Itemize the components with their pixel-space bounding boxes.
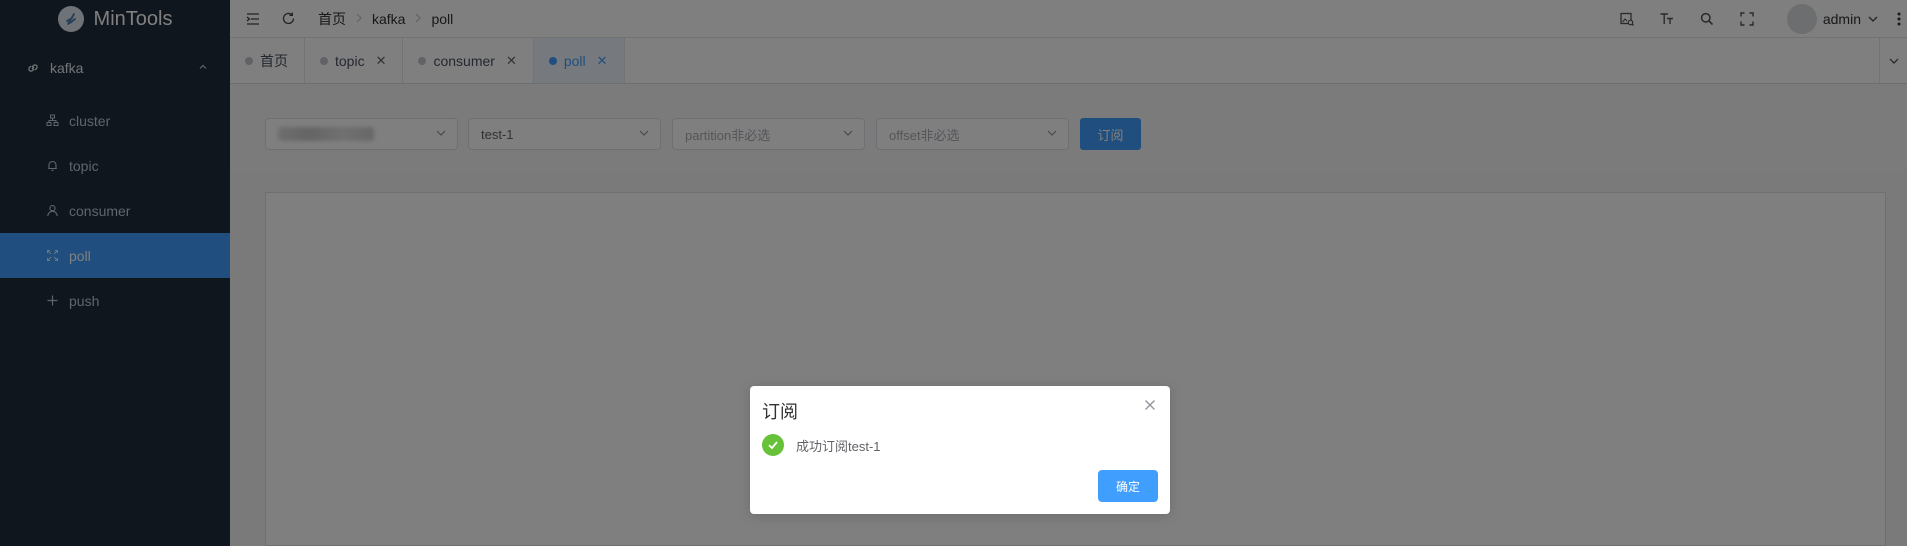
confirm-button[interactable]: 确定 xyxy=(1098,470,1158,502)
message-box: 订阅 成功订阅test-1 确定 xyxy=(750,386,1170,514)
close-icon[interactable] xyxy=(1144,398,1156,414)
dialog-body: 成功订阅test-1 xyxy=(762,434,881,456)
dialog-message: 成功订阅test-1 xyxy=(796,438,881,454)
success-check-icon xyxy=(762,434,784,456)
dialog-title: 订阅 xyxy=(762,402,798,422)
